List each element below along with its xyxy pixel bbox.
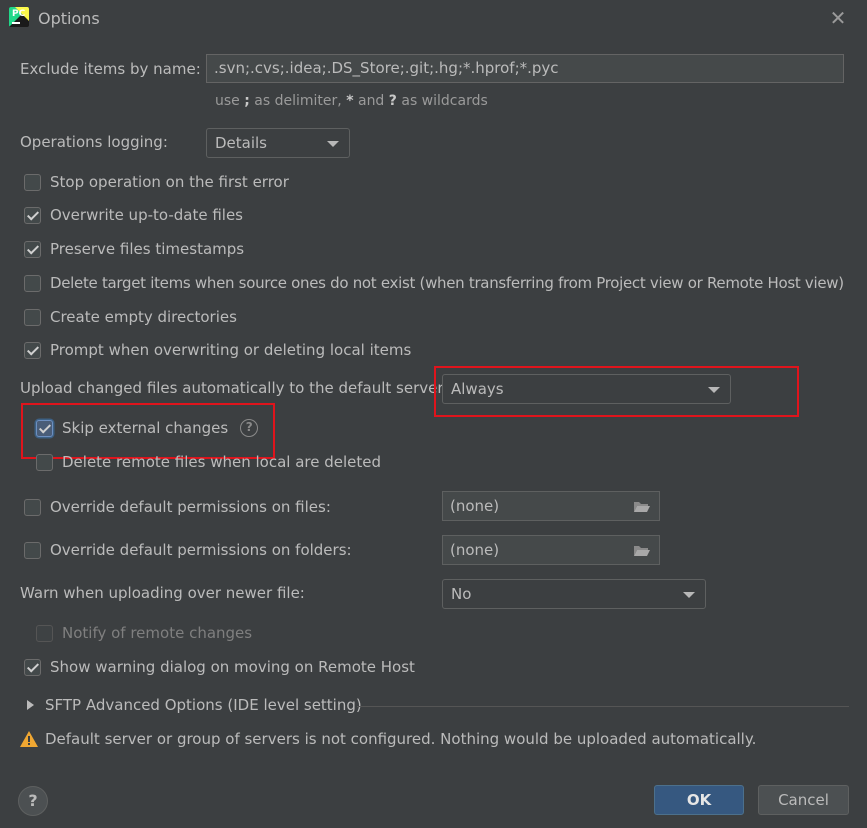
skip-external-checkbox[interactable] xyxy=(36,419,53,437)
delete-remote-row[interactable]: Delete remote files when local are delet… xyxy=(36,451,381,473)
ok-button[interactable]: OK xyxy=(654,785,744,815)
override-folders-checkbox[interactable] xyxy=(24,541,41,559)
exclude-hint: use ; as delimiter, * and ? as wildcards xyxy=(215,93,488,109)
overwrite-uptodate-row[interactable]: Overwrite up-to-date files xyxy=(24,204,243,226)
delete-target-row[interactable]: Delete target items when source ones do … xyxy=(24,272,860,294)
help-button[interactable]: ? xyxy=(18,786,48,816)
overwrite-uptodate-checkbox[interactable] xyxy=(24,206,41,224)
create-empty-dirs-checkbox[interactable] xyxy=(24,308,41,326)
close-icon[interactable]: ✕ xyxy=(826,6,850,30)
stop-on-error-checkbox[interactable] xyxy=(24,173,41,191)
operations-logging-select[interactable]: Details xyxy=(206,128,350,158)
override-files-checkbox[interactable] xyxy=(24,498,41,516)
operations-logging-label: Operations logging: xyxy=(20,133,168,151)
sftp-separator xyxy=(357,706,849,707)
chevron-down-icon xyxy=(708,387,720,393)
warn-newer-label: Warn when uploading over newer file: xyxy=(20,584,305,602)
chevron-down-icon xyxy=(327,141,339,147)
delete-remote-checkbox[interactable] xyxy=(36,453,53,471)
upload-automatically-select[interactable]: Always xyxy=(442,374,731,404)
show-warning-dialog-row[interactable]: Show warning dialog on moving on Remote … xyxy=(24,656,415,678)
skip-external-row[interactable]: Skip external changes ? xyxy=(36,417,259,439)
exclude-items-input[interactable]: .svn;.cvs;.idea;.DS_Store;.git;.hg;*.hpr… xyxy=(206,54,844,83)
folder-open-icon[interactable] xyxy=(633,500,651,513)
window-title: Options xyxy=(38,9,100,28)
warning-icon xyxy=(20,731,38,747)
preserve-timestamps-checkbox[interactable] xyxy=(24,240,41,258)
warning-message: Default server or group of servers is no… xyxy=(45,730,757,748)
help-question-icon[interactable]: ? xyxy=(240,419,259,437)
expand-triangle-icon[interactable] xyxy=(27,700,34,710)
create-empty-dirs-row[interactable]: Create empty directories xyxy=(24,306,237,328)
pycharm-logo-icon: PC xyxy=(9,7,29,27)
file-permissions-field[interactable]: (none) xyxy=(442,491,660,521)
show-warning-dialog-checkbox[interactable] xyxy=(24,658,41,676)
delete-target-checkbox[interactable] xyxy=(24,274,41,292)
warn-newer-select[interactable]: No xyxy=(442,579,706,609)
cancel-button[interactable]: Cancel xyxy=(758,785,849,815)
chevron-down-icon xyxy=(683,592,695,598)
sftp-advanced-toggle[interactable]: SFTP Advanced Options (IDE level setting… xyxy=(45,696,362,714)
exclude-items-label: Exclude items by name: xyxy=(20,60,201,78)
notify-remote-checkbox xyxy=(36,624,53,642)
prompt-overwrite-row[interactable]: Prompt when overwriting or deleting loca… xyxy=(24,339,411,361)
prompt-overwrite-checkbox[interactable] xyxy=(24,341,41,359)
notify-remote-row: Notify of remote changes xyxy=(36,622,252,644)
title-bar: PC Options ✕ xyxy=(0,0,867,38)
preserve-timestamps-row[interactable]: Preserve files timestamps xyxy=(24,238,244,260)
folder-open-icon[interactable] xyxy=(633,544,651,557)
override-files-row[interactable]: Override default permissions on files: xyxy=(24,496,331,518)
override-folders-row[interactable]: Override default permissions on folders: xyxy=(24,539,352,561)
stop-on-error-row[interactable]: Stop operation on the first error xyxy=(24,171,289,193)
upload-automatically-label: Upload changed files automatically to th… xyxy=(20,379,444,397)
folder-permissions-field[interactable]: (none) xyxy=(442,535,660,565)
